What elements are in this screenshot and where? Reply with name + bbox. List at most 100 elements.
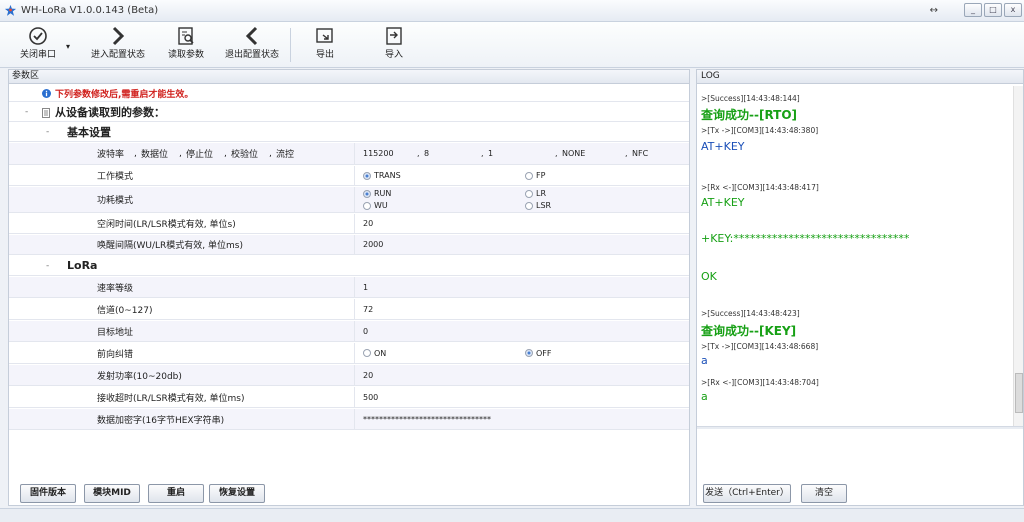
flow-label: 流控 — [276, 150, 295, 160]
info-icon — [42, 89, 51, 98]
basic-section-row[interactable]: - 基本设置 — [9, 123, 689, 142]
radio-dot-selected[interactable] — [363, 171, 371, 180]
close-port-button[interactable]: 关闭串口 — [6, 24, 70, 66]
clear-button[interactable]: 清空 — [801, 484, 847, 503]
wake-interval-value[interactable]: 2000 — [354, 235, 689, 254]
radio-trans[interactable]: TRANS — [363, 171, 401, 180]
toolbar-separator — [290, 28, 291, 62]
collapse-icon[interactable]: - — [46, 261, 49, 271]
radio-dot[interactable] — [525, 190, 533, 198]
radio-lr-label: LR — [536, 189, 547, 198]
sep-comma: , — [179, 148, 182, 159]
channel-row: 信道(0~127) 72 — [9, 299, 689, 320]
radio-dot[interactable] — [525, 171, 533, 180]
sep-comma: , — [417, 149, 420, 158]
maximize-button[interactable]: □ — [984, 3, 1002, 17]
flow-value[interactable]: NFC — [632, 149, 648, 158]
power-value[interactable]: 20 — [354, 365, 689, 385]
radio-dot[interactable] — [363, 202, 371, 210]
work-mode-cell: TRANS FP — [354, 166, 689, 185]
sep-comma: , — [224, 148, 227, 159]
idle-time-label: 空闲时间(LR/LSR模式有效, 单位s) — [97, 220, 236, 230]
collapse-icon[interactable]: - — [25, 107, 28, 117]
enter-config-button[interactable]: 进入配置状态 — [86, 24, 150, 66]
rate-value[interactable]: 1 — [354, 277, 689, 297]
log-panel: LOG >[Success][14:43:48:144] 查询成功--[RTO]… — [696, 69, 1024, 506]
serial-values-cell[interactable]: 115200 , 8 , 1 , NONE , NFC — [354, 143, 689, 164]
device-params-row[interactable]: - 从设备读取到的参数： — [9, 103, 689, 122]
channel-value[interactable]: 72 — [354, 299, 689, 319]
log-line: >[Tx ->][COM3][14:43:48:380] — [701, 126, 819, 135]
target-row: 目标地址 0 — [9, 321, 689, 342]
radio-run[interactable]: RUN — [363, 189, 391, 199]
firmware-version-button[interactable]: 固件版本 — [20, 484, 76, 503]
radio-dot-selected[interactable] — [525, 349, 533, 357]
params-panel: 参数区 下列参数修改后,需重启才能生效。 - 从设备读取到的参数： - 基本设置… — [8, 69, 690, 506]
wake-interval-label: 唤醒间隔(WU/LR模式有效, 单位ms) — [97, 241, 243, 251]
radio-lsr[interactable]: LSR — [525, 201, 551, 211]
chevron-down-icon[interactable]: ▾ — [66, 42, 70, 51]
target-value[interactable]: 0 — [354, 321, 689, 341]
import-button[interactable]: 导入 — [362, 24, 426, 66]
radio-fec-on[interactable]: ON — [363, 349, 386, 358]
log-line: >[Rx <-][COM3][14:43:48:417] — [701, 183, 819, 192]
baud-value[interactable]: 115200 — [363, 149, 394, 158]
module-mid-button[interactable]: 模块MID — [84, 484, 140, 503]
log-splitter[interactable] — [697, 426, 1023, 429]
radio-fp[interactable]: FP — [525, 171, 545, 180]
idle-time-value[interactable]: 20 — [354, 214, 689, 233]
log-output[interactable]: >[Success][14:43:48:144] 查询成功--[RTO] >[T… — [699, 86, 1011, 426]
fec-label: 前向纠错 — [97, 349, 134, 360]
enter-config-label: 进入配置状态 — [90, 50, 145, 60]
databits-label: 数据位 — [141, 150, 169, 160]
radio-dot[interactable] — [363, 349, 371, 357]
wake-interval-row: 唤醒间隔(WU/LR模式有效, 单位ms) 2000 — [9, 235, 689, 255]
log-scrollbar[interactable] — [1013, 86, 1023, 426]
radio-wu[interactable]: WU — [363, 201, 388, 211]
timeout-value[interactable]: 500 — [354, 387, 689, 407]
send-button[interactable]: 发送（Ctrl+Enter） — [703, 484, 791, 503]
databits-value[interactable]: 8 — [424, 149, 429, 158]
scrollbar-thumb[interactable] — [1015, 373, 1023, 413]
work-mode-row: 工作模式 TRANS FP — [9, 166, 689, 186]
minimize-button[interactable]: _ — [964, 3, 982, 17]
fec-cell: ON OFF — [354, 343, 689, 363]
serial-params-row: 波特率 , 数据位 , 停止位 , 校验位 , 流控 115200 , 8 , … — [9, 143, 689, 165]
radio-fec-off[interactable]: OFF — [525, 349, 552, 358]
radio-dot[interactable] — [525, 202, 533, 210]
exit-config-label: 退出配置状态 — [224, 50, 279, 60]
lora-section-title: LoRa — [67, 259, 98, 272]
collapse-icon[interactable]: - — [46, 127, 49, 137]
exit-config-button[interactable]: 退出配置状态 — [220, 24, 284, 66]
key-row: 数据加密字(16字节HEX字符串) **********************… — [9, 409, 689, 430]
read-params-label: 读取参数 — [167, 50, 204, 60]
restart-button[interactable]: 重启 — [148, 484, 204, 503]
document-search-icon — [178, 27, 194, 45]
restore-settings-button[interactable]: 恢复设置 — [209, 484, 265, 503]
sep-comma: , — [625, 149, 628, 158]
radio-lr[interactable]: LR — [525, 189, 546, 199]
power-row: 发射功率(10~20db) 20 — [9, 365, 689, 386]
idle-time-row: 空闲时间(LR/LSR模式有效, 单位s) 20 — [9, 214, 689, 234]
status-bar — [0, 508, 1024, 522]
log-line: a — [701, 354, 708, 367]
parity-value[interactable]: NONE — [562, 149, 585, 158]
read-params-button[interactable]: 读取参数 — [154, 24, 218, 66]
sep-comma: , — [555, 149, 558, 158]
parity-label: 校验位 — [231, 150, 259, 160]
log-line: >[Rx <-][COM3][14:43:48:704] — [701, 378, 819, 387]
key-value[interactable]: ******************************** — [354, 409, 689, 429]
radio-fec-on-label: ON — [374, 348, 387, 358]
stopbits-value[interactable]: 1 — [488, 149, 493, 158]
export-button[interactable]: 导出 — [293, 24, 357, 66]
log-line: +KEY:******************************** — [701, 232, 910, 245]
sep-comma: , — [269, 148, 272, 159]
resize-icon[interactable]: ↔ — [930, 5, 938, 16]
export-icon — [316, 28, 333, 43]
lora-section-row[interactable]: - LoRa — [9, 256, 689, 276]
warning-text: 下列参数修改后,需重启才能生效。 — [55, 89, 194, 100]
timeout-row: 接收超时(LR/LSR模式有效, 单位ms) 500 — [9, 387, 689, 408]
radio-fp-label: FP — [536, 171, 546, 180]
close-window-button[interactable]: x — [1004, 3, 1022, 17]
radio-dot-selected[interactable] — [363, 190, 371, 198]
